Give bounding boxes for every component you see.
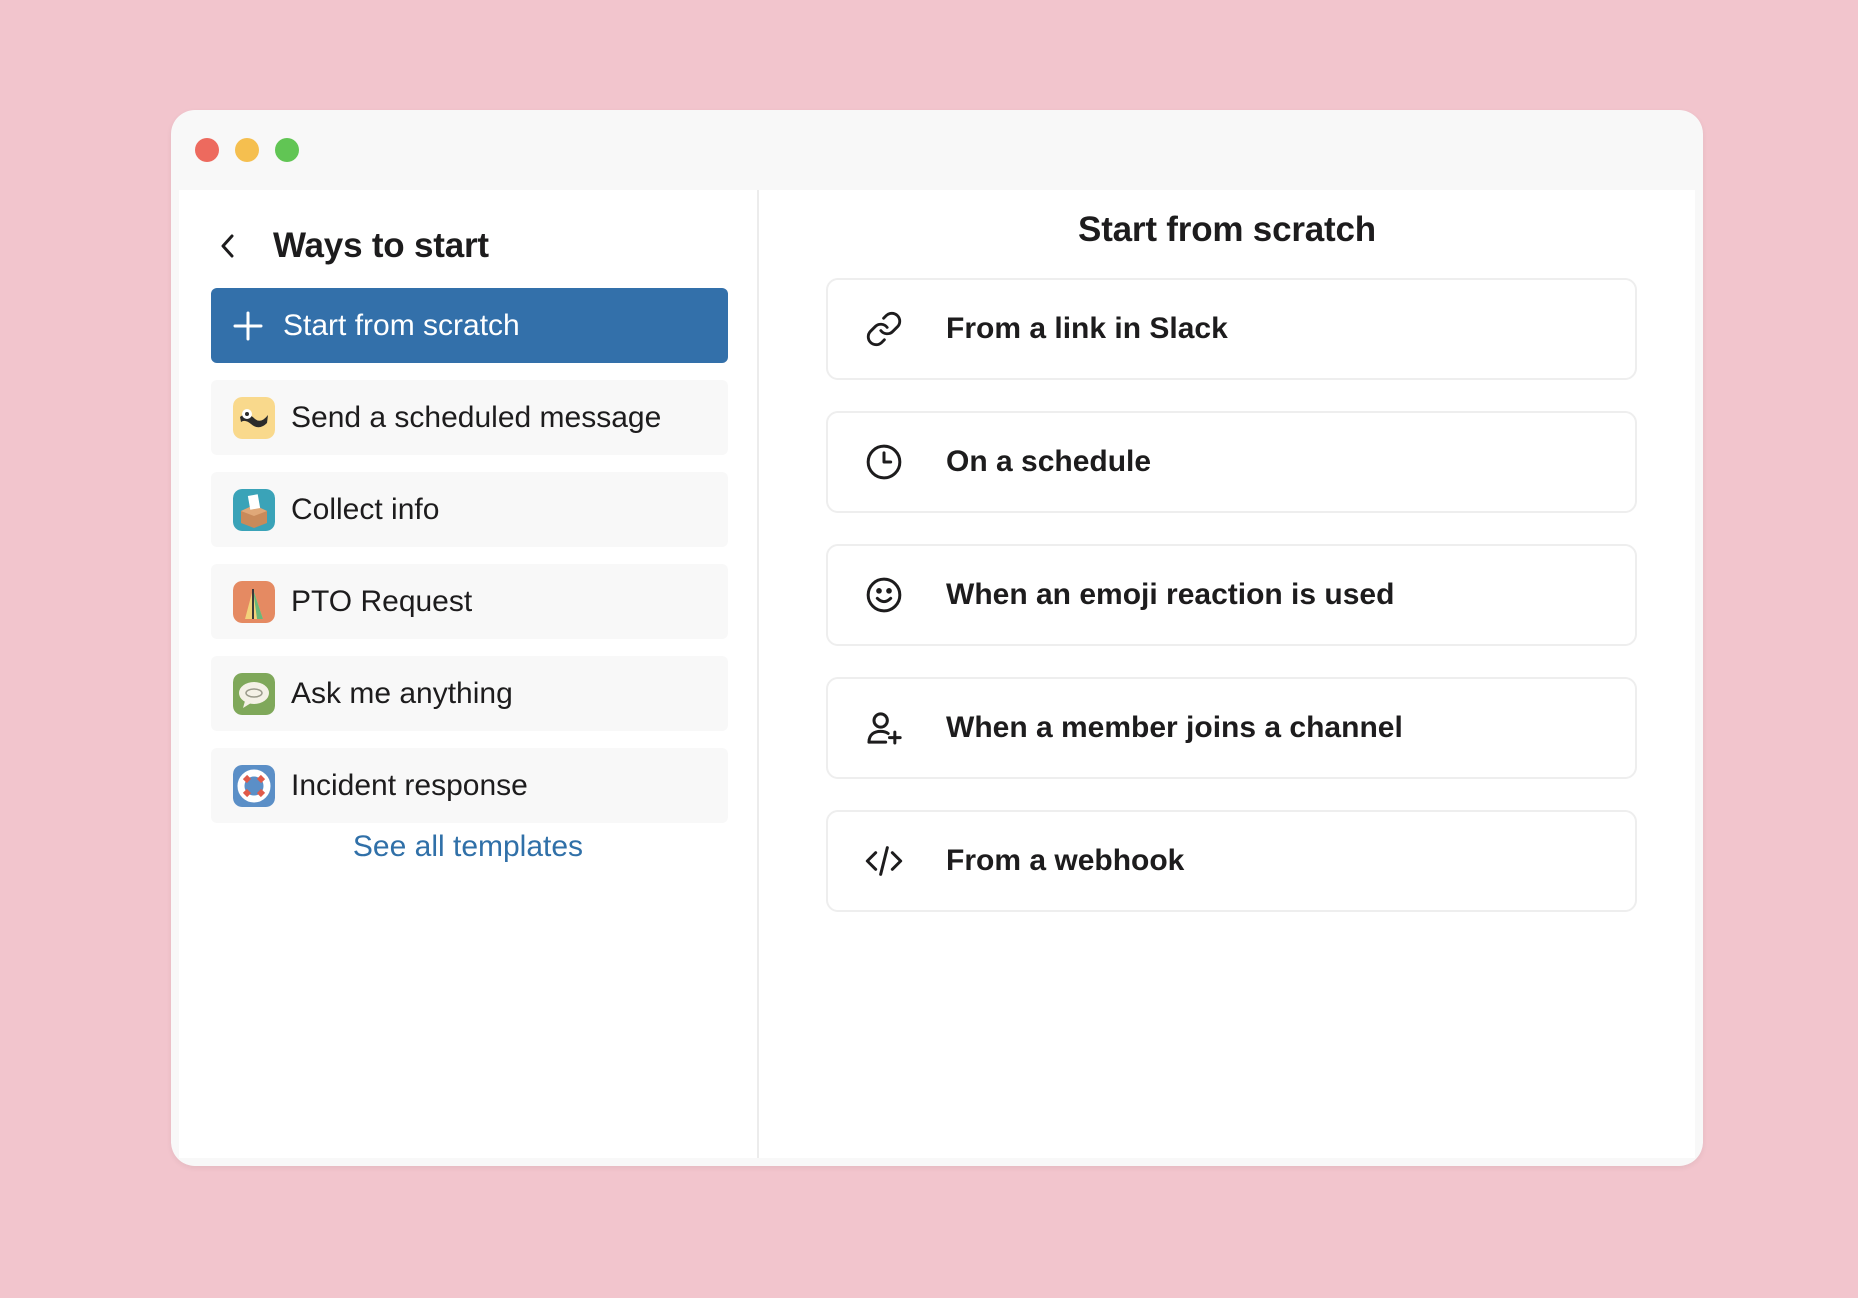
left-panel-title: Ways to start [273, 226, 489, 265]
user-add-icon [864, 708, 904, 748]
template-item-label: Send a scheduled message [291, 400, 662, 434]
right-panel-title: Start from scratch [1078, 210, 1376, 249]
scheduled-message-icon [233, 396, 275, 439]
trigger-emoji-reaction[interactable]: When an emoji reaction is used [826, 544, 1637, 646]
back-button[interactable] [219, 226, 249, 266]
template-item-start-from-scratch[interactable]: Start from scratch [211, 288, 728, 363]
chevron-left-icon [221, 234, 234, 258]
see-all-templates-link[interactable]: See all templates [179, 830, 757, 864]
smiley-icon [864, 575, 904, 615]
template-item-label: Start from scratch [283, 308, 520, 342]
pto-request-icon [233, 580, 275, 623]
template-item-ask-me-anything[interactable]: Ask me anything [211, 656, 728, 731]
clock-icon [864, 442, 904, 482]
template-item-incident-response[interactable]: Incident response [211, 748, 728, 823]
trigger-label: From a link in Slack [946, 312, 1228, 345]
left-panel-header: Ways to start [219, 216, 489, 276]
trigger-label: When a member joins a channel [946, 711, 1403, 744]
trigger-on-a-schedule[interactable]: On a schedule [826, 411, 1637, 513]
template-item-label: Ask me anything [291, 676, 513, 710]
trigger-label: From a webhook [946, 844, 1185, 877]
trigger-from-link-in-slack[interactable]: From a link in Slack [826, 278, 1637, 380]
zoom-window-button[interactable] [275, 138, 299, 162]
template-item-pto-request[interactable]: PTO Request [211, 564, 728, 639]
collect-info-icon [233, 488, 275, 531]
template-item-collect-info[interactable]: Collect info [211, 472, 728, 547]
trigger-list: From a link in Slack On a schedule When … [826, 278, 1637, 943]
link-icon [864, 309, 904, 349]
template-item-label: Incident response [291, 768, 528, 802]
plus-icon [233, 311, 263, 341]
trigger-label: On a schedule [946, 445, 1152, 478]
close-window-button[interactable] [195, 138, 219, 162]
minimize-window-button[interactable] [235, 138, 259, 162]
app-window: Ways to start Start from scratch Send a … [171, 110, 1703, 1166]
template-item-label: Collect info [291, 492, 440, 526]
code-icon [864, 841, 904, 881]
trigger-label: When an emoji reaction is used [946, 578, 1395, 611]
template-list: Start from scratch Send a scheduled mess… [211, 288, 728, 840]
incident-response-icon [233, 764, 275, 807]
start-from-scratch-panel: Start from scratch From a link in Slack [759, 190, 1695, 1158]
trigger-member-joins-channel[interactable]: When a member joins a channel [826, 677, 1637, 779]
template-item-label: PTO Request [291, 584, 473, 618]
ask-me-anything-icon [233, 672, 275, 715]
template-item-send-scheduled-message[interactable]: Send a scheduled message [211, 380, 728, 455]
workflow-start-dialog: Ways to start Start from scratch Send a … [179, 190, 1695, 1158]
ways-to-start-panel: Ways to start Start from scratch Send a … [179, 190, 759, 1158]
trigger-from-webhook[interactable]: From a webhook [826, 810, 1637, 912]
window-controls [195, 138, 299, 162]
